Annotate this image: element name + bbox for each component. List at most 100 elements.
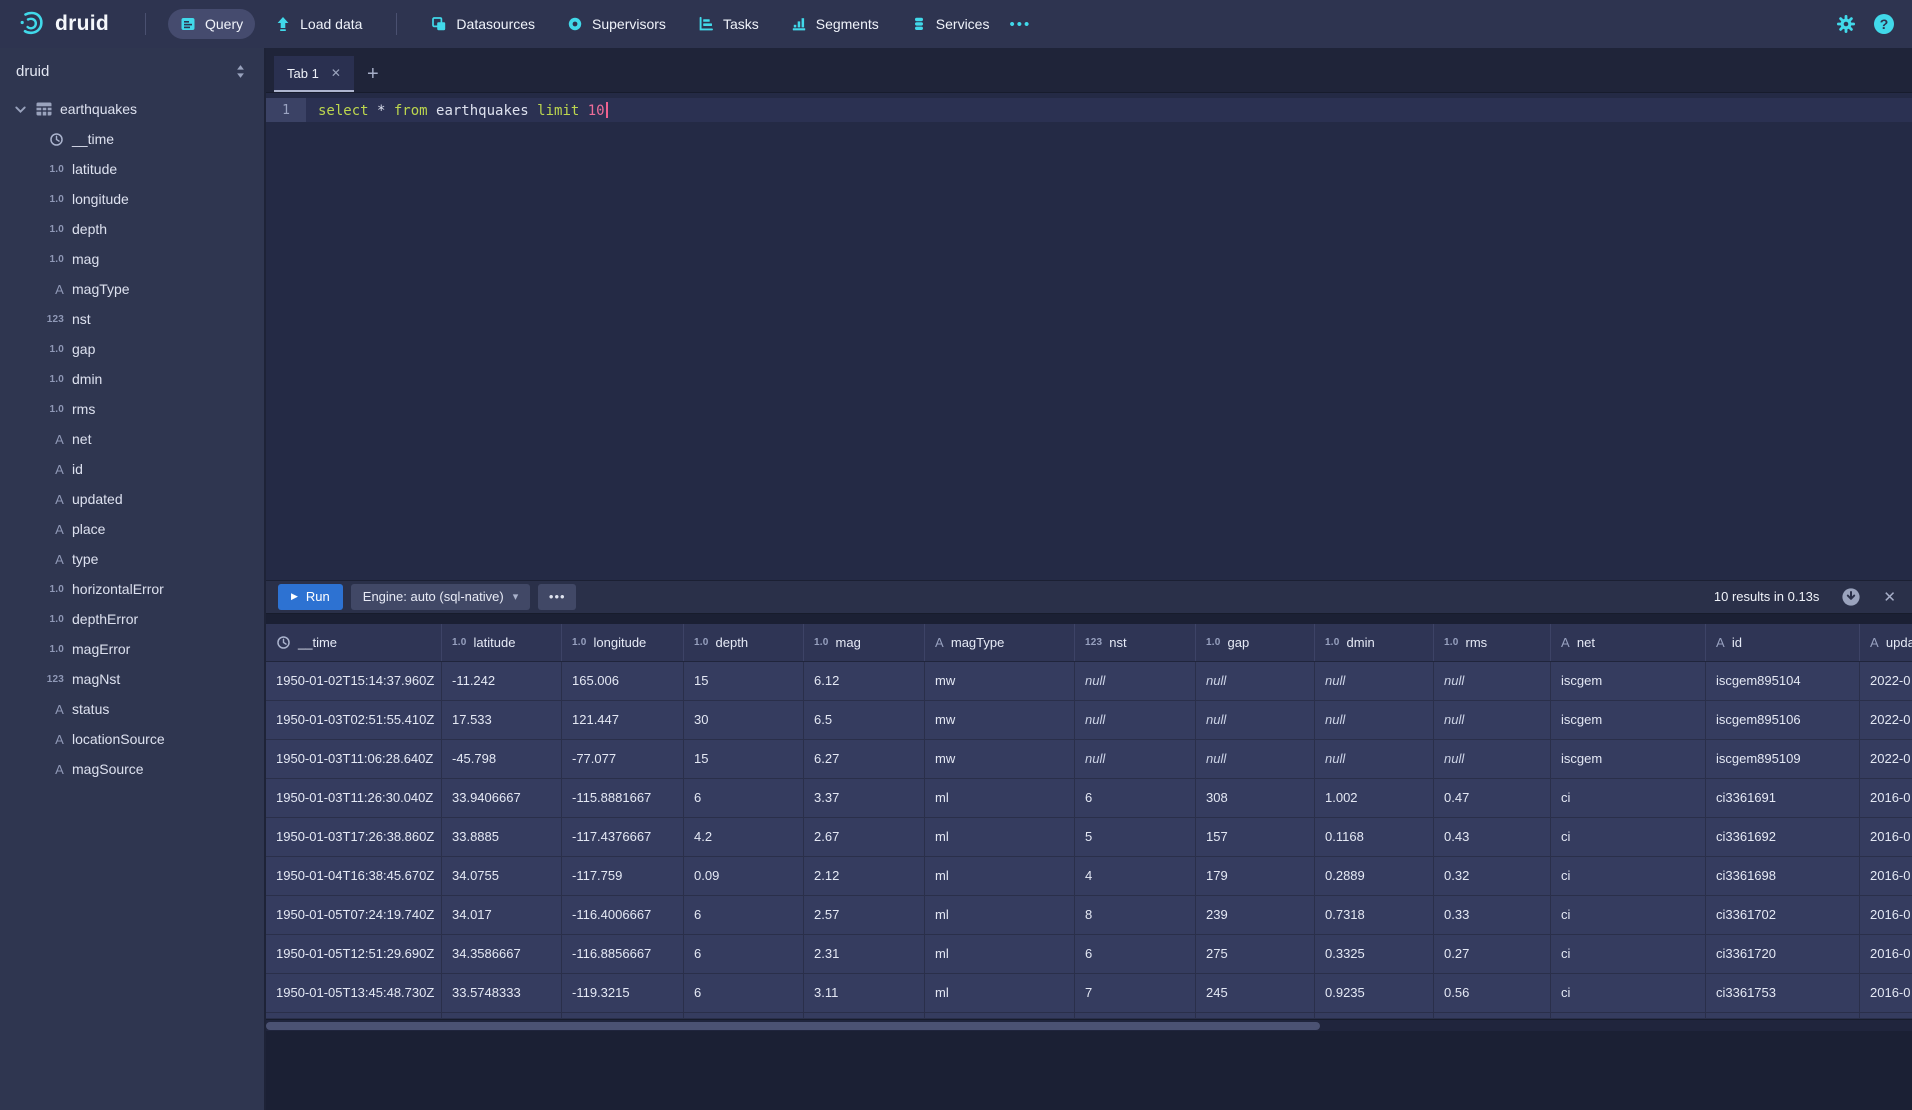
column-header-gap[interactable]: 1.0gap xyxy=(1196,624,1315,661)
cell--time[interactable]: 1950-01-03T11:06:28.640Z xyxy=(266,740,442,779)
cell-rms[interactable]: null xyxy=(1434,662,1551,701)
cell-depth[interactable]: 30 xyxy=(684,701,804,740)
cell-updated[interactable]: 2016-0 xyxy=(1860,974,1912,1013)
sidebar-column-net[interactable]: Anet xyxy=(0,424,264,454)
sidebar-column-latitude[interactable]: 1.0latitude xyxy=(0,154,264,184)
sidebar-table-earthquakes[interactable]: earthquakes xyxy=(0,94,264,124)
cell-magtype[interactable]: ml xyxy=(925,974,1075,1013)
cell-rms[interactable]: 0.43 xyxy=(1434,818,1551,857)
cell-id[interactable]: ci3361698 xyxy=(1706,857,1860,896)
nav-item-services[interactable]: Services xyxy=(899,9,1002,39)
cell-net[interactable]: ci xyxy=(1551,896,1706,935)
cell-dmin[interactable]: 0.7318 xyxy=(1315,896,1434,935)
close-results-icon[interactable]: ✕ xyxy=(1883,588,1896,606)
nav-item-tasks[interactable]: Tasks xyxy=(686,9,771,39)
cell-longitude[interactable]: 165.006 xyxy=(562,662,684,701)
cell-net[interactable]: ci xyxy=(1551,974,1706,1013)
druid-brand[interactable]: druid xyxy=(16,9,109,39)
cell-updated[interactable]: 2022-0 xyxy=(1860,701,1912,740)
cell-magtype[interactable]: ml xyxy=(925,818,1075,857)
cell-longitude[interactable]: -119.3215 xyxy=(562,974,684,1013)
cell-updated[interactable]: 2022-0 xyxy=(1860,740,1912,779)
cell-nst[interactable]: 7 xyxy=(1075,974,1196,1013)
cell-mag[interactable]: 2.31 xyxy=(804,935,925,974)
cell-nst[interactable]: 8 xyxy=(1075,896,1196,935)
nav-item-segments[interactable]: Segments xyxy=(779,9,891,39)
cell-longitude[interactable]: -117.4376667 xyxy=(562,818,684,857)
cell-rms[interactable]: null xyxy=(1434,740,1551,779)
cell-rms[interactable]: 0.32 xyxy=(1434,857,1551,896)
cell-magtype[interactable]: ml xyxy=(925,896,1075,935)
cell-rms[interactable]: null xyxy=(1434,701,1551,740)
cell--time[interactable]: 1950-01-05T07:24:19.740Z xyxy=(266,896,442,935)
sort-icon[interactable] xyxy=(233,64,248,79)
sidebar-column-dmin[interactable]: 1.0dmin xyxy=(0,364,264,394)
sidebar-column-longitude[interactable]: 1.0longitude xyxy=(0,184,264,214)
cell-nst[interactable]: null xyxy=(1075,701,1196,740)
cell-depth[interactable]: 6 xyxy=(684,935,804,974)
cell-depth[interactable]: 6 xyxy=(684,896,804,935)
column-header-updated[interactable]: Aupdated xyxy=(1860,624,1912,661)
cell-mag[interactable]: 3.11 xyxy=(804,974,925,1013)
column-header-net[interactable]: Anet xyxy=(1551,624,1706,661)
cell-dmin[interactable]: 1.002 xyxy=(1315,779,1434,818)
cell-updated[interactable]: 2016-0 xyxy=(1860,935,1912,974)
tab-close-icon[interactable]: ✕ xyxy=(331,66,341,80)
sidebar-column-locationsource[interactable]: AlocationSource xyxy=(0,724,264,754)
cell-net[interactable]: iscgem xyxy=(1551,701,1706,740)
sidebar-column-id[interactable]: Aid xyxy=(0,454,264,484)
cell-rms[interactable]: 0.47 xyxy=(1434,779,1551,818)
cell-depth[interactable]: 6 xyxy=(684,779,804,818)
scrollbar-thumb[interactable] xyxy=(266,1022,1320,1030)
cell-updated[interactable]: 2016-0 xyxy=(1860,896,1912,935)
column-header-nst[interactable]: 123nst xyxy=(1075,624,1196,661)
sidebar-column--time[interactable]: __time xyxy=(0,124,264,154)
sidebar-column-rms[interactable]: 1.0rms xyxy=(0,394,264,424)
sidebar-column-deptherror[interactable]: 1.0depthError xyxy=(0,604,264,634)
cell-net[interactable]: ci xyxy=(1551,935,1706,974)
cell-mag[interactable]: 6.5 xyxy=(804,701,925,740)
column-header-id[interactable]: Aid xyxy=(1706,624,1860,661)
cell-gap[interactable]: null xyxy=(1196,662,1315,701)
cell-rms[interactable]: 0.33 xyxy=(1434,896,1551,935)
column-header-longitude[interactable]: 1.0longitude xyxy=(562,624,684,661)
cell-magtype[interactable]: ml xyxy=(925,935,1075,974)
nav-item-datasources[interactable]: Datasources xyxy=(419,9,547,39)
sidebar-column-magnst[interactable]: 123magNst xyxy=(0,664,264,694)
cell-gap[interactable]: 179 xyxy=(1196,857,1315,896)
cell-longitude[interactable]: -115.8881667 xyxy=(562,779,684,818)
cell-gap[interactable]: 239 xyxy=(1196,896,1315,935)
nav-item-supervisors[interactable]: Supervisors xyxy=(555,9,678,39)
sidebar-column-status[interactable]: Astatus xyxy=(0,694,264,724)
download-icon[interactable] xyxy=(1841,587,1861,607)
cell-magtype[interactable]: mw xyxy=(925,662,1075,701)
cell-dmin[interactable]: null xyxy=(1315,701,1434,740)
cell--time[interactable]: 1950-01-02T15:14:37.960Z xyxy=(266,662,442,701)
column-header-depth[interactable]: 1.0depth xyxy=(684,624,804,661)
sidebar-column-horizontalerror[interactable]: 1.0horizontalError xyxy=(0,574,264,604)
sidebar-column-gap[interactable]: 1.0gap xyxy=(0,334,264,364)
cell-dmin[interactable]: 0.3325 xyxy=(1315,935,1434,974)
cell-updated[interactable]: 2016-0 xyxy=(1860,818,1912,857)
cell-gap[interactable]: 275 xyxy=(1196,935,1315,974)
cell-nst[interactable]: null xyxy=(1075,740,1196,779)
more-options-button[interactable]: ••• xyxy=(538,584,576,610)
help-icon[interactable]: ? xyxy=(1874,14,1894,34)
sidebar-column-nst[interactable]: 123nst xyxy=(0,304,264,334)
cell--time[interactable]: 1950-01-03T17:26:38.860Z xyxy=(266,818,442,857)
cell-latitude[interactable]: 34.017 xyxy=(442,896,562,935)
cell-nst[interactable]: 6 xyxy=(1075,779,1196,818)
cell-net[interactable]: iscgem xyxy=(1551,740,1706,779)
sidebar-column-magerror[interactable]: 1.0magError xyxy=(0,634,264,664)
cell-longitude[interactable]: -116.8856667 xyxy=(562,935,684,974)
column-header-rms[interactable]: 1.0rms xyxy=(1434,624,1551,661)
cell-gap[interactable]: null xyxy=(1196,740,1315,779)
cell-longitude[interactable]: -116.4006667 xyxy=(562,896,684,935)
column-header-dmin[interactable]: 1.0dmin xyxy=(1315,624,1434,661)
cell--time[interactable]: 1950-01-03T02:51:55.410Z xyxy=(266,701,442,740)
cell-updated[interactable]: 2016-0 xyxy=(1860,857,1912,896)
cell-magtype[interactable]: mw xyxy=(925,701,1075,740)
cell-id[interactable]: ci3361753 xyxy=(1706,974,1860,1013)
cell-magtype[interactable]: ml xyxy=(925,857,1075,896)
cell-rms[interactable]: 0.27 xyxy=(1434,935,1551,974)
